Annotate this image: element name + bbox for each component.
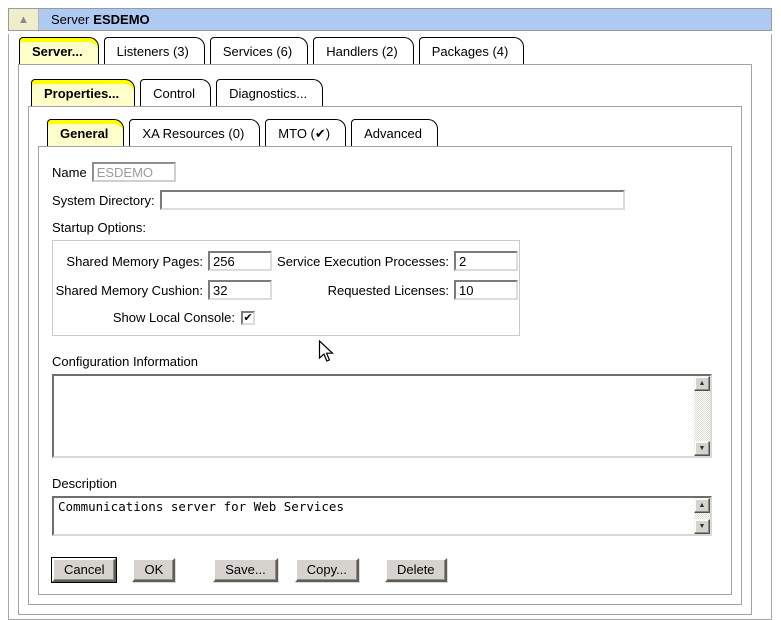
tab-listeners[interactable]: Listeners (3) xyxy=(104,37,205,64)
properties-tab-content: General XA Resources (0) MTO (✔) Advance… xyxy=(28,106,742,605)
name-label: Name xyxy=(52,165,87,180)
tab-handlers[interactable]: Handlers (2) xyxy=(313,37,414,64)
checkmark-icon: ✔ xyxy=(243,313,252,323)
show-local-console-checkbox[interactable]: ✔ xyxy=(241,311,255,325)
service-execution-processes-label: Service Execution Processes: xyxy=(275,254,451,269)
shared-memory-pages-label: Shared Memory Pages: xyxy=(53,254,205,269)
name-field xyxy=(92,162,176,182)
tab-advanced[interactable]: Advanced xyxy=(351,119,438,146)
requested-licenses-label: Requested Licenses: xyxy=(275,283,451,298)
page-title: Server ESDEMO xyxy=(39,9,771,30)
ok-button[interactable]: OK xyxy=(132,558,175,582)
collapse-triangle-icon[interactable]: ▲ xyxy=(9,9,39,30)
startup-options-label: Startup Options: xyxy=(52,220,718,235)
shared-memory-cushion-field[interactable] xyxy=(208,280,272,300)
tab-general[interactable]: General xyxy=(47,119,124,146)
copy-button[interactable]: Copy... xyxy=(295,558,359,582)
description-scrollbar[interactable]: ▲ ▼ xyxy=(694,498,710,534)
scroll-up-icon[interactable]: ▲ xyxy=(694,498,710,513)
show-local-console-label: Show Local Console: xyxy=(53,310,235,325)
scroll-down-icon[interactable]: ▼ xyxy=(694,441,710,456)
tab-server[interactable]: Server... xyxy=(19,37,99,64)
system-directory-label: System Directory: xyxy=(52,193,155,208)
cancel-button[interactable]: Cancel xyxy=(52,558,116,582)
delete-button[interactable]: Delete xyxy=(385,558,447,582)
shared-memory-pages-field[interactable] xyxy=(208,251,272,271)
scroll-up-icon[interactable]: ▲ xyxy=(694,376,710,391)
configuration-information-label: Configuration Information xyxy=(52,354,718,369)
configuration-information-text[interactable] xyxy=(54,376,694,456)
configuration-scrollbar[interactable]: ▲ ▼ xyxy=(694,376,710,456)
server-section-frame: Server... Listeners (3) Services (6) Han… xyxy=(8,34,772,620)
tab-properties[interactable]: Properties... xyxy=(31,79,135,106)
shared-memory-cushion-label: Shared Memory Cushion: xyxy=(53,283,205,298)
save-button[interactable]: Save... xyxy=(213,558,277,582)
description-label: Description xyxy=(52,476,718,491)
startup-options-group: Shared Memory Pages: Service Execution P… xyxy=(52,240,520,336)
description-textarea[interactable]: Communications server for Web Services ▲… xyxy=(52,496,712,536)
tab-control[interactable]: Control xyxy=(140,79,211,106)
tab-services[interactable]: Services (6) xyxy=(210,37,308,64)
tab-diagnostics[interactable]: Diagnostics... xyxy=(216,79,323,106)
server-title-prefix: Server xyxy=(51,12,89,27)
server-name: ESDEMO xyxy=(93,12,149,27)
properties-tabs: Properties... Control Diagnostics... xyxy=(28,79,742,106)
configuration-information-textarea[interactable]: ▲ ▼ xyxy=(52,374,712,458)
requested-licenses-field[interactable] xyxy=(454,280,518,300)
description-text[interactable]: Communications server for Web Services xyxy=(54,498,694,534)
general-tabs: General XA Resources (0) MTO (✔) Advance… xyxy=(38,119,732,146)
general-tab-content: Name System Directory: Startup Options: … xyxy=(38,146,732,595)
tab-mto[interactable]: MTO (✔) xyxy=(265,119,346,146)
server-tabs: Server... Listeners (3) Services (6) Han… xyxy=(18,37,752,64)
service-execution-processes-field[interactable] xyxy=(454,251,518,271)
server-tab-content: Properties... Control Diagnostics... Gen… xyxy=(18,64,752,615)
scroll-down-icon[interactable]: ▼ xyxy=(694,519,710,534)
system-directory-field[interactable] xyxy=(160,190,625,210)
tab-xa-resources[interactable]: XA Resources (0) xyxy=(129,119,260,146)
action-buttons: Cancel OK Save... Copy... Delete xyxy=(52,558,718,582)
tab-packages[interactable]: Packages (4) xyxy=(419,37,525,64)
server-header-bar: ▲ Server ESDEMO xyxy=(8,8,772,31)
